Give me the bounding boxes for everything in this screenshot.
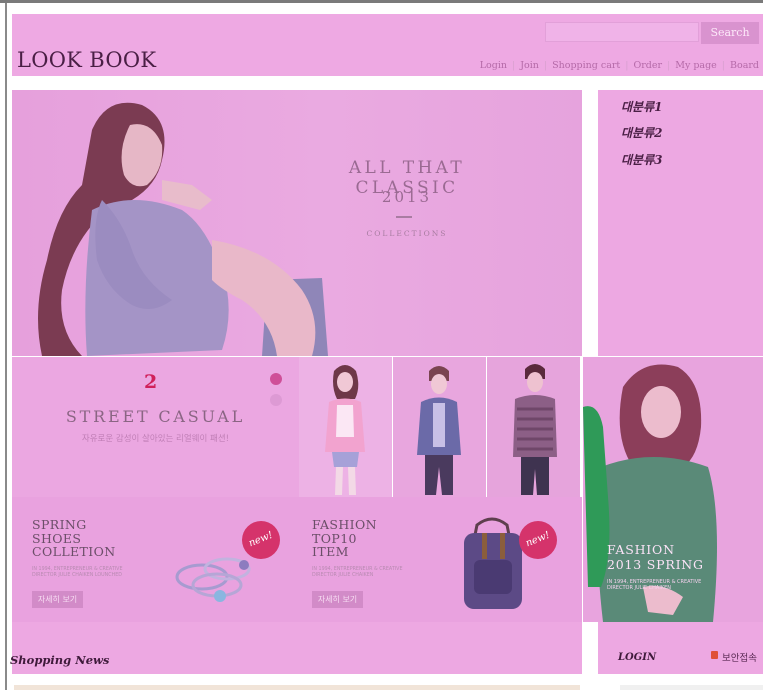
bottom-content-strip — [620, 685, 763, 690]
feature-title-line: FASHION — [607, 542, 675, 557]
promo-1-title-line: COLLETION — [32, 544, 116, 559]
category-sidebar: 대분류1 대분류2 대분류3 — [598, 90, 763, 356]
promo-1-title-line: SHOES — [32, 530, 82, 546]
male-model-icon — [417, 366, 461, 495]
promo-2-title: FASHION TOP10 ITEM — [312, 518, 377, 559]
promo-2-details-button[interactable]: 자세히 보기 — [312, 591, 363, 608]
logo[interactable]: LOOK BOOK — [17, 48, 156, 72]
search-input[interactable] — [545, 22, 699, 42]
street-casual-subtitle: 자유로운 감성이 살아있는 리얼웨이 패션! — [81, 434, 230, 444]
feature-banner[interactable]: FASHION 2013 SPRING IN 1994, ENTREPRENEU… — [583, 357, 763, 622]
hero-year: 2013 — [381, 188, 433, 206]
feature-description: IN 1994, ENTREPRENEUR & CREATIVE DIRECTO… — [607, 579, 701, 591]
nav-mypage-link[interactable]: My page — [675, 60, 717, 71]
nav-order-link[interactable]: Order — [633, 60, 662, 71]
feature-description-line: DIRECTOR JULIE CHAIKEN — [607, 585, 671, 591]
shopping-news-heading[interactable]: Shopping News — [10, 653, 109, 667]
hero-divider — [396, 216, 412, 218]
promo-band: SPRING SHOES COLLETION IN 1994, ENTREPRE… — [12, 497, 582, 622]
promo-2-description-line: DIRECTOR JULIE CHAIKEN — [312, 573, 374, 578]
top-navigation: Login | Join | Shopping cart | Order | My page | B… — [480, 60, 759, 71]
promo-1-description: IN 1994, ENTREPRENEUR & CREATIVE DIRECTO… — [32, 567, 123, 579]
slide-indicator[interactable] — [270, 394, 282, 406]
login-heading[interactable]: LOGIN — [618, 652, 656, 663]
secure-connection-link[interactable]: 보안접속 — [722, 650, 757, 664]
hero-model-image — [38, 102, 328, 356]
bottom-content-strip — [14, 685, 580, 690]
feature-title-line: 2013 SPRING — [607, 557, 704, 572]
model-photo-3[interactable] — [487, 357, 580, 497]
nav-separator: | — [512, 60, 516, 71]
search-button[interactable]: Search — [701, 22, 759, 44]
female-model-icon — [325, 365, 365, 495]
shopping-news-section: Shopping News — [10, 622, 582, 674]
sidebar-item-category-3[interactable]: 대분류3 — [621, 151, 662, 168]
window-left-border — [5, 3, 7, 690]
model-photo-1[interactable] — [299, 357, 392, 497]
nav-separator: | — [667, 60, 671, 71]
nav-separator: | — [625, 60, 629, 71]
street-casual-banner[interactable]: 2 STREET CASUAL 자유로운 감성이 살아있는 리얼웨이 패션! — [12, 357, 299, 497]
lock-icon — [711, 651, 718, 659]
nav-separator: | — [543, 60, 548, 71]
sidebar-item-category-1[interactable]: 대분류1 — [621, 98, 662, 115]
login-section: LOGIN 보안접속 — [598, 622, 763, 674]
model-photo-2[interactable] — [393, 357, 486, 497]
promo-1-title-line: SPRING — [32, 517, 87, 532]
promo-1-details-button[interactable]: 자세히 보기 — [32, 591, 83, 608]
nav-cart-link[interactable]: Shopping cart — [552, 60, 620, 71]
nav-board-link[interactable]: Board — [730, 60, 759, 71]
nav-login-link[interactable]: Login — [480, 60, 507, 71]
promo-1-title: SPRING SHOES COLLETION — [32, 518, 116, 559]
header: Search LOOK BOOK Login | Join | Shopping car… — [12, 14, 763, 76]
slide-indicator-active[interactable] — [270, 373, 282, 385]
hero-banner[interactable]: ALL THAT CLASSIC 2013 COLLECTIONS — [12, 90, 582, 356]
slide-number: 2 — [144, 371, 158, 393]
hero-subtitle: COLLECTIONS — [366, 229, 448, 238]
promo-2-title-line: ITEM — [312, 544, 349, 559]
nav-join-link[interactable]: Join — [520, 60, 539, 71]
promo-2-description: IN 1994, ENTREPRENEUR & CREATIVE DIRECTO… — [312, 567, 403, 579]
sidebar-item-category-2[interactable]: 대분류2 — [621, 124, 662, 141]
window-top-border — [0, 0, 763, 3]
promo-2-title-line: FASHION — [312, 517, 378, 532]
promo-2-title-line: TOP10 — [312, 530, 357, 546]
nav-separator: | — [721, 60, 725, 71]
feature-title: FASHION 2013 SPRING — [607, 542, 704, 572]
promo-1-description-line: DIRECTOR JULIE CHAIKEN LOUNCHED — [32, 573, 122, 578]
male-model-icon — [513, 364, 557, 495]
street-casual-title: STREET CASUAL — [65, 407, 246, 426]
